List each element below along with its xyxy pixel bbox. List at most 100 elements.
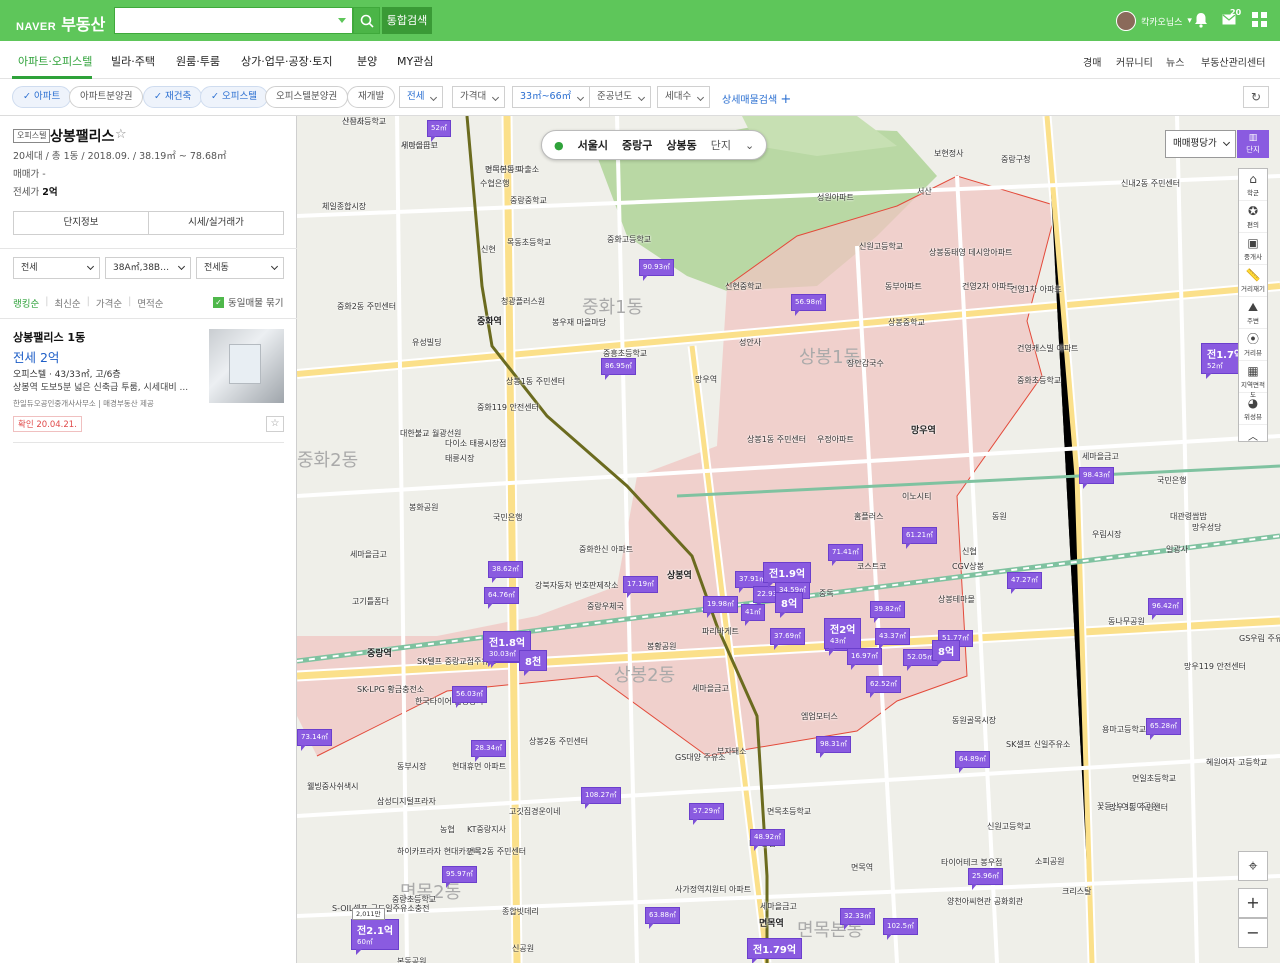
map-station[interactable]: 중랑역: [367, 646, 392, 659]
tool-collapse[interactable]: ︿: [1239, 425, 1267, 443]
map-place-label[interactable]: 세마을금고: [692, 683, 729, 694]
map-place-label[interactable]: SK셀프 신일주유소: [1006, 739, 1070, 750]
panel-trade-select[interactable]: 전세: [13, 257, 100, 279]
total-search-button[interactable]: 통합검색: [382, 7, 432, 34]
map-place-label[interactable]: 중랑중학교: [510, 195, 547, 206]
detail-search-link[interactable]: 상세매물검색 +: [722, 91, 791, 107]
tab-price-history[interactable]: 시세/실거래가: [148, 212, 283, 234]
map-place-label[interactable]: 혜원여자 고등학교: [1206, 757, 1267, 768]
map-place-label[interactable]: 동원골목시장: [952, 715, 996, 726]
map-place-label[interactable]: 면일초등학교: [1132, 773, 1176, 784]
price-marker-small[interactable]: 32.33㎡: [840, 908, 876, 930]
danji-toggle-button[interactable]: ▥ 단지: [1237, 130, 1269, 158]
zoom-in-button[interactable]: +: [1238, 888, 1268, 918]
map-place-label[interactable]: 웰빙중사쉬색시: [307, 781, 359, 792]
price-marker-small[interactable]: 56.98㎡: [791, 294, 827, 316]
map-place-label[interactable]: 유성빌딩: [412, 337, 441, 348]
price-marker-small[interactable]: 98.43㎡: [1079, 467, 1115, 489]
map-place-label[interactable]: 상봉중학교: [888, 317, 925, 328]
map-place-label[interactable]: 고기틀폼다: [352, 596, 389, 607]
price-marker[interactable]: 8억: [775, 592, 804, 618]
map-place-label[interactable]: 소피공원: [1035, 856, 1064, 867]
price-marker-small[interactable]: 108.27㎡: [581, 787, 621, 809]
nav-presale[interactable]: 분양: [357, 53, 377, 69]
map-place-label[interactable]: 면목본동 파출소: [485, 164, 539, 175]
price-marker-small[interactable]: 71.41㎡: [828, 544, 864, 566]
nav-apartment-officetel[interactable]: 아파트·오피스텔: [18, 53, 92, 69]
map-station[interactable]: 중화역: [477, 314, 502, 327]
tool-measure[interactable]: 📏 거리재기: [1239, 265, 1267, 297]
map-station[interactable]: 망우역: [911, 423, 936, 436]
map-place-label[interactable]: 국민은행: [493, 512, 522, 523]
map-place-label[interactable]: 일광사: [1166, 544, 1188, 555]
price-marker-small[interactable]: 39.82㎡: [870, 601, 906, 623]
listing-title[interactable]: 상봉팰리스 1동: [13, 329, 85, 345]
price-marker-small[interactable]: 86.95㎡: [601, 358, 637, 380]
tool-nearby[interactable]: ⛰ 주변: [1239, 297, 1267, 329]
price-marker[interactable]: 8억: [932, 640, 961, 666]
map-place-label[interactable]: 신협: [962, 546, 977, 557]
listing-favorite-star-icon[interactable]: ☆: [266, 416, 284, 432]
listing-thumbnail[interactable]: [209, 329, 284, 403]
address-type[interactable]: 단지: [711, 137, 731, 153]
map-place-label[interactable]: SK-LPG 황금충전소: [357, 684, 424, 695]
map-place-label[interactable]: 우정아파트: [817, 434, 854, 445]
zoom-out-button[interactable]: −: [1238, 918, 1268, 948]
chip-officetel-presale[interactable]: 오피스텔분양권: [265, 86, 349, 108]
price-marker-small[interactable]: 64.76㎡: [484, 587, 520, 609]
map-place-label[interactable]: 상봉1동 주민센터: [747, 434, 806, 445]
map-place-label[interactable]: 신현중학교: [725, 281, 762, 292]
tool-convenience[interactable]: ✪ 편의: [1239, 201, 1267, 233]
map-place-label[interactable]: GS대양 주유소: [675, 752, 726, 763]
map-place-label[interactable]: 다이소 태릉시장점: [445, 438, 506, 449]
sort-price[interactable]: 가격순: [96, 296, 122, 310]
map-place-label[interactable]: 망우역: [695, 374, 717, 385]
price-marker-small[interactable]: 37.69㎡: [770, 628, 806, 650]
map-place-label[interactable]: 크리스탈: [1062, 886, 1091, 897]
map-station[interactable]: 상봉역: [667, 568, 692, 581]
map-place-label[interactable]: CGV상봉: [952, 561, 984, 572]
map-place-label[interactable]: 동나무공원: [1108, 616, 1145, 627]
price-marker-small[interactable]: 95.97㎡: [442, 866, 478, 888]
favorite-star-icon[interactable]: ☆: [115, 127, 127, 142]
price-marker-small[interactable]: 64.89㎡: [955, 751, 991, 773]
price-marker-small[interactable]: 52㎡: [427, 120, 451, 142]
price-marker-small[interactable]: 41㎡: [741, 604, 765, 626]
price-marker-small[interactable]: 25.96㎡: [968, 868, 1004, 890]
map-place-label[interactable]: 현대휴먼 아파트: [452, 761, 506, 772]
price-marker[interactable]: 전1.79억: [747, 938, 803, 963]
sort-latest[interactable]: 최신순: [54, 296, 80, 310]
panel-area-select[interactable]: 38A㎡,38B…: [105, 257, 191, 279]
price-marker-small[interactable]: 28.34㎡: [471, 740, 507, 762]
map-place-label[interactable]: 동부시장: [397, 761, 426, 772]
map-place-label[interactable]: 신원고등학교: [987, 821, 1031, 832]
price-marker-small[interactable]: 63.88㎡: [645, 907, 681, 929]
price-marker-small[interactable]: 38.62㎡: [488, 561, 524, 583]
map-place-label[interactable]: 본동공원: [397, 956, 426, 963]
map-place-label[interactable]: KT중랑지사: [467, 824, 506, 835]
chip-redevelopment[interactable]: 재개발: [347, 86, 396, 108]
price-marker[interactable]: 전2억 43㎡: [824, 618, 862, 654]
refresh-button[interactable]: ↻: [1243, 86, 1269, 108]
map-place-label[interactable]: 장안감국수: [847, 358, 884, 369]
listing-price[interactable]: 전세 2억: [13, 347, 59, 366]
price-marker-small[interactable]: 47.27㎡: [1007, 572, 1043, 594]
map-place-label[interactable]: 우림시장: [1092, 529, 1121, 540]
tool-broker[interactable]: ▣ 중개사: [1239, 233, 1267, 265]
trade-type-select[interactable]: 전세: [399, 86, 444, 108]
nav-management-center[interactable]: 부동산관리센터: [1201, 54, 1265, 69]
map-place-label[interactable]: 망우성당: [1192, 522, 1221, 533]
map-place-label[interactable]: 농협: [440, 824, 455, 835]
map-place-label[interactable]: 신현: [481, 244, 496, 255]
tab-complex-info[interactable]: 단지정보: [14, 212, 148, 234]
map-place-label[interactable]: 사가정역치원티 아파트: [675, 884, 751, 895]
map-place-label[interactable]: 중화2동 주민센터: [337, 301, 396, 312]
map-place-label[interactable]: 성안사: [739, 337, 761, 348]
map-place-label[interactable]: 면목2동 주민센터: [467, 846, 526, 857]
map-place-label[interactable]: 코스트코: [857, 561, 886, 572]
sort-ranking[interactable]: 랭킹순: [13, 296, 39, 310]
map-place-label[interactable]: 종합빗데리: [502, 906, 539, 917]
map-place-label[interactable]: 삼성디지털프라자: [377, 796, 436, 807]
map-place-label[interactable]: 국민은행: [1157, 475, 1186, 486]
price-marker-small[interactable]: 102.5㎡: [883, 918, 919, 940]
